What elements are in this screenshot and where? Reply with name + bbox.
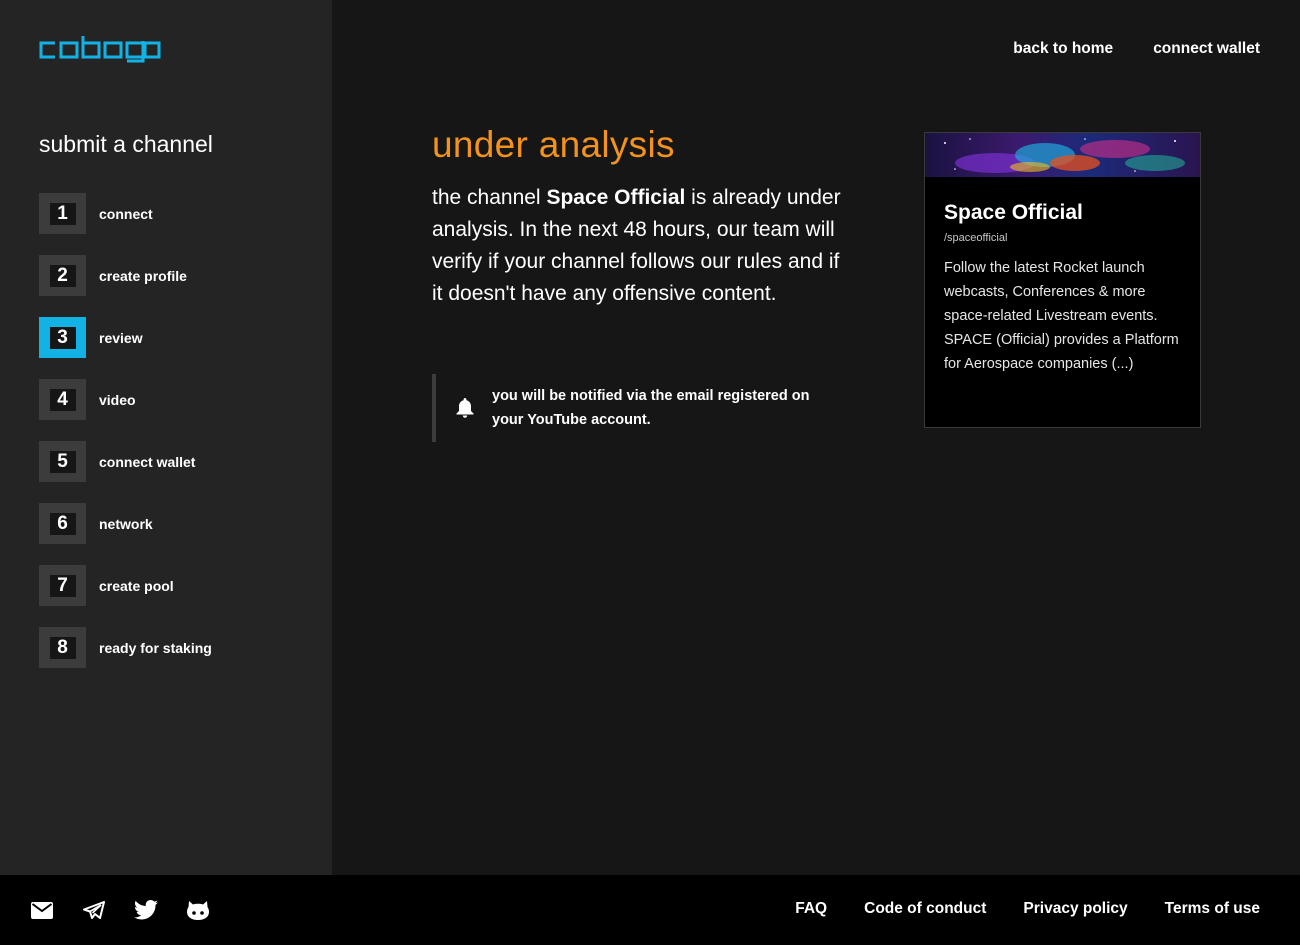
step-number-box: 6 [39,503,86,544]
footer-links: FAQ Code of conduct Privacy policy Terms… [795,900,1260,918]
step-number: 8 [49,636,76,659]
step-number-box: 7 [39,565,86,606]
step-label: create profile [99,267,187,284]
step-number-box: 1 [39,193,86,234]
step-label: connect wallet [99,453,196,470]
channel-banner-image [925,133,1200,177]
step-label: connect [99,205,153,222]
analysis-message: the channel Space Official is already un… [432,182,852,310]
step-number-box: 4 [39,379,86,420]
step-label: ready for staking [99,639,212,656]
step-item-network[interactable]: 6 network [39,503,212,544]
sidebar-title: submit a channel [39,131,213,157]
step-item-connect[interactable]: 1 connect [39,193,212,234]
connect-wallet-link[interactable]: connect wallet [1153,40,1260,58]
step-label: review [99,329,143,346]
step-number-box: 3 [39,317,86,358]
step-list: 1 connect 2 create profile 3 review 4 video 5 con… [39,193,212,689]
top-nav: back to home connect wallet [1013,40,1260,58]
step-item-review[interactable]: 3 review [39,317,212,358]
step-label: create pool [99,577,174,594]
email-icon[interactable] [30,898,54,922]
step-number: 6 [49,512,76,535]
step-item-ready-for-staking[interactable]: 8 ready for staking [39,627,212,668]
terms-of-use-link[interactable]: Terms of use [1165,900,1260,918]
github-icon[interactable] [186,898,210,922]
channel-card[interactable]: Space Official /spaceofficial Follow the… [924,132,1201,428]
step-item-connect-wallet[interactable]: 5 connect wallet [39,441,212,482]
back-to-home-link[interactable]: back to home [1013,40,1113,58]
cobogo-logo[interactable]: cobogo [39,36,161,69]
notification-notice: you will be notified via the email regis… [432,374,842,442]
step-number: 5 [49,450,76,473]
card-title: Space Official [944,201,1083,224]
card-handle: /spaceofficial [944,232,1008,244]
page-title: under analysis [432,124,675,165]
step-number-box: 2 [39,255,86,296]
step-item-video[interactable]: 4 video [39,379,212,420]
faq-link[interactable]: FAQ [795,900,827,918]
card-description: Follow the latest Rocket launch webcasts… [944,260,1179,372]
step-number: 1 [49,202,76,225]
step-item-create-profile[interactable]: 2 create profile [39,255,212,296]
step-item-create-pool[interactable]: 7 create pool [39,565,212,606]
channel-name: Space Official [546,186,686,209]
step-number-box: 5 [39,441,86,482]
message-prefix: the channel [432,186,547,209]
code-of-conduct-link[interactable]: Code of conduct [864,900,986,918]
privacy-policy-link[interactable]: Privacy policy [1023,900,1127,918]
logo-wordmark: cobogo [39,36,161,63]
step-label: network [99,515,153,532]
step-number: 4 [49,388,76,411]
twitter-icon[interactable] [134,898,158,922]
step-label: video [99,391,136,408]
bell-icon [456,398,474,418]
step-number: 3 [49,326,76,349]
sidebar: cobogo submit a channel 1 connect 2 create … [0,0,332,875]
step-number-box: 8 [39,627,86,668]
main-content: under analysis the channel Space Officia… [432,124,852,310]
footer: FAQ Code of conduct Privacy policy Terms… [0,875,1300,945]
telegram-icon[interactable] [82,898,106,922]
social-links [30,898,210,922]
notice-text: you will be notified via the email regis… [492,388,810,428]
step-number: 2 [49,264,76,287]
step-number: 7 [49,574,76,597]
